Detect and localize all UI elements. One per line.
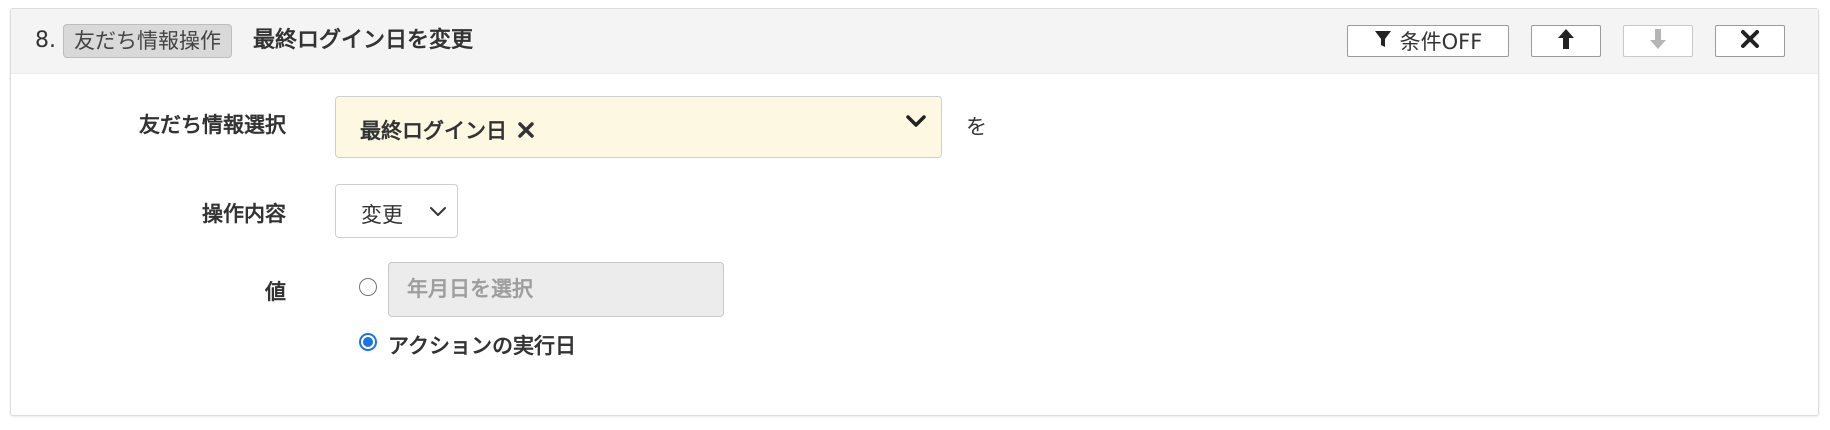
selected-info-chip: 最終ログイン日 (360, 115, 535, 145)
date-radio[interactable] (359, 278, 377, 296)
move-up-button[interactable] (1531, 25, 1601, 57)
condition-off-button[interactable]: 条件OFF (1347, 25, 1509, 57)
selected-info-chip-label: 最終ログイン日 (360, 119, 507, 143)
arrow-up-icon (1557, 28, 1575, 54)
category-tag: 友だち情報操作 (63, 24, 232, 58)
action-date-radio[interactable] (359, 333, 377, 351)
chip-remove-icon[interactable] (517, 121, 535, 139)
move-down-button[interactable] (1623, 25, 1693, 57)
date-picker-input[interactable]: 年月日を選択 (388, 262, 724, 317)
chevron-down-icon (429, 204, 447, 223)
action-date-label[interactable]: アクションの実行日 (388, 330, 576, 360)
operation-label: 操作内容 (202, 202, 286, 226)
step-title: 最終ログイン日を変更 (253, 28, 474, 53)
particle-text: を (966, 115, 987, 139)
friend-info-select[interactable]: 最終ログイン日 (335, 96, 942, 158)
step-header: 8. 友だち情報操作 最終ログイン日を変更 条件OFF (11, 9, 1818, 74)
condition-off-label: 条件OFF (1399, 30, 1483, 54)
close-icon (1740, 29, 1760, 53)
operation-select[interactable]: 変更 (335, 184, 458, 238)
arrow-down-icon (1649, 28, 1667, 54)
chevron-down-icon[interactable] (905, 113, 927, 135)
filter-icon (1374, 29, 1392, 53)
step-number: 8. (35, 28, 56, 53)
operation-selected-value: 変更 (361, 203, 403, 227)
delete-step-button[interactable] (1715, 25, 1785, 57)
value-label: 値 (265, 280, 286, 304)
friend-info-select-label: 友だち情報選択 (139, 113, 286, 137)
